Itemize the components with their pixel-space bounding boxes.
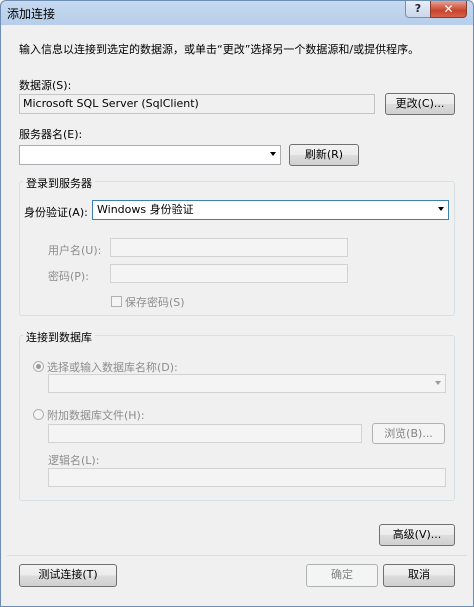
chevron-down-icon	[435, 381, 441, 385]
attach-file-radio[interactable]	[33, 409, 44, 420]
logical-name-input[interactable]	[48, 468, 446, 487]
chevron-down-icon	[270, 152, 276, 156]
advanced-button[interactable]: 高级(V)...	[379, 524, 455, 546]
title-bar: 添加连接 ? ✕	[1, 1, 473, 25]
cancel-button[interactable]: 取消	[383, 564, 455, 587]
select-db-label: 选择或输入数据库名称(D):	[47, 361, 178, 374]
radio-dot-icon	[36, 364, 41, 369]
password-label: 密码(P):	[48, 270, 89, 283]
ok-button[interactable]: 确定	[306, 564, 378, 587]
intro-text: 输入信息以连接到选定的数据源，或单击“更改”选择另一个数据源和/或提供程序。	[19, 43, 420, 56]
close-button[interactable]: ✕	[430, 1, 467, 18]
server-name-combo[interactable]	[19, 145, 281, 165]
username-input[interactable]	[110, 238, 348, 257]
attach-file-input[interactable]	[48, 424, 362, 443]
attach-file-label: 附加数据库文件(H):	[47, 409, 145, 422]
divider	[7, 555, 467, 556]
browse-button[interactable]: 浏览(B)...	[372, 423, 445, 444]
change-button[interactable]: 更改(C)...	[385, 93, 455, 115]
save-password-label: 保存密码(S)	[125, 296, 185, 309]
password-input[interactable]	[110, 264, 348, 283]
database-name-combo[interactable]	[48, 374, 446, 393]
save-password-checkbox[interactable]	[111, 296, 122, 307]
database-group-title: 连接到数据库	[23, 329, 95, 345]
auth-value: Windows 身份验证	[97, 203, 194, 216]
data-source-label: 数据源(S):	[19, 79, 72, 92]
dialog-body: 输入信息以连接到选定的数据源，或单击“更改”选择另一个数据源和/或提供程序。 数…	[7, 28, 467, 602]
select-db-radio[interactable]	[33, 361, 44, 372]
add-connection-dialog: 添加连接 ? ✕ 输入信息以连接到选定的数据源，或单击“更改”选择另一个数据源和…	[0, 0, 474, 607]
auth-combo[interactable]: Windows 身份验证	[92, 200, 449, 220]
data-source-field: Microsoft SQL Server (SqlClient)	[19, 94, 375, 114]
chevron-down-icon	[438, 207, 444, 211]
window-title: 添加连接	[7, 7, 56, 21]
refresh-button[interactable]: 刷新(R)	[289, 144, 359, 166]
help-button[interactable]: ?	[405, 1, 431, 18]
auth-label: 身份验证(A):	[24, 206, 88, 219]
login-group-title: 登录到服务器	[23, 175, 95, 191]
test-connection-button[interactable]: 测试连接(T)	[19, 564, 117, 587]
username-label: 用户名(U):	[48, 244, 102, 257]
logical-name-label: 逻辑名(L):	[48, 454, 100, 467]
server-name-label: 服务器名(E):	[19, 128, 83, 141]
